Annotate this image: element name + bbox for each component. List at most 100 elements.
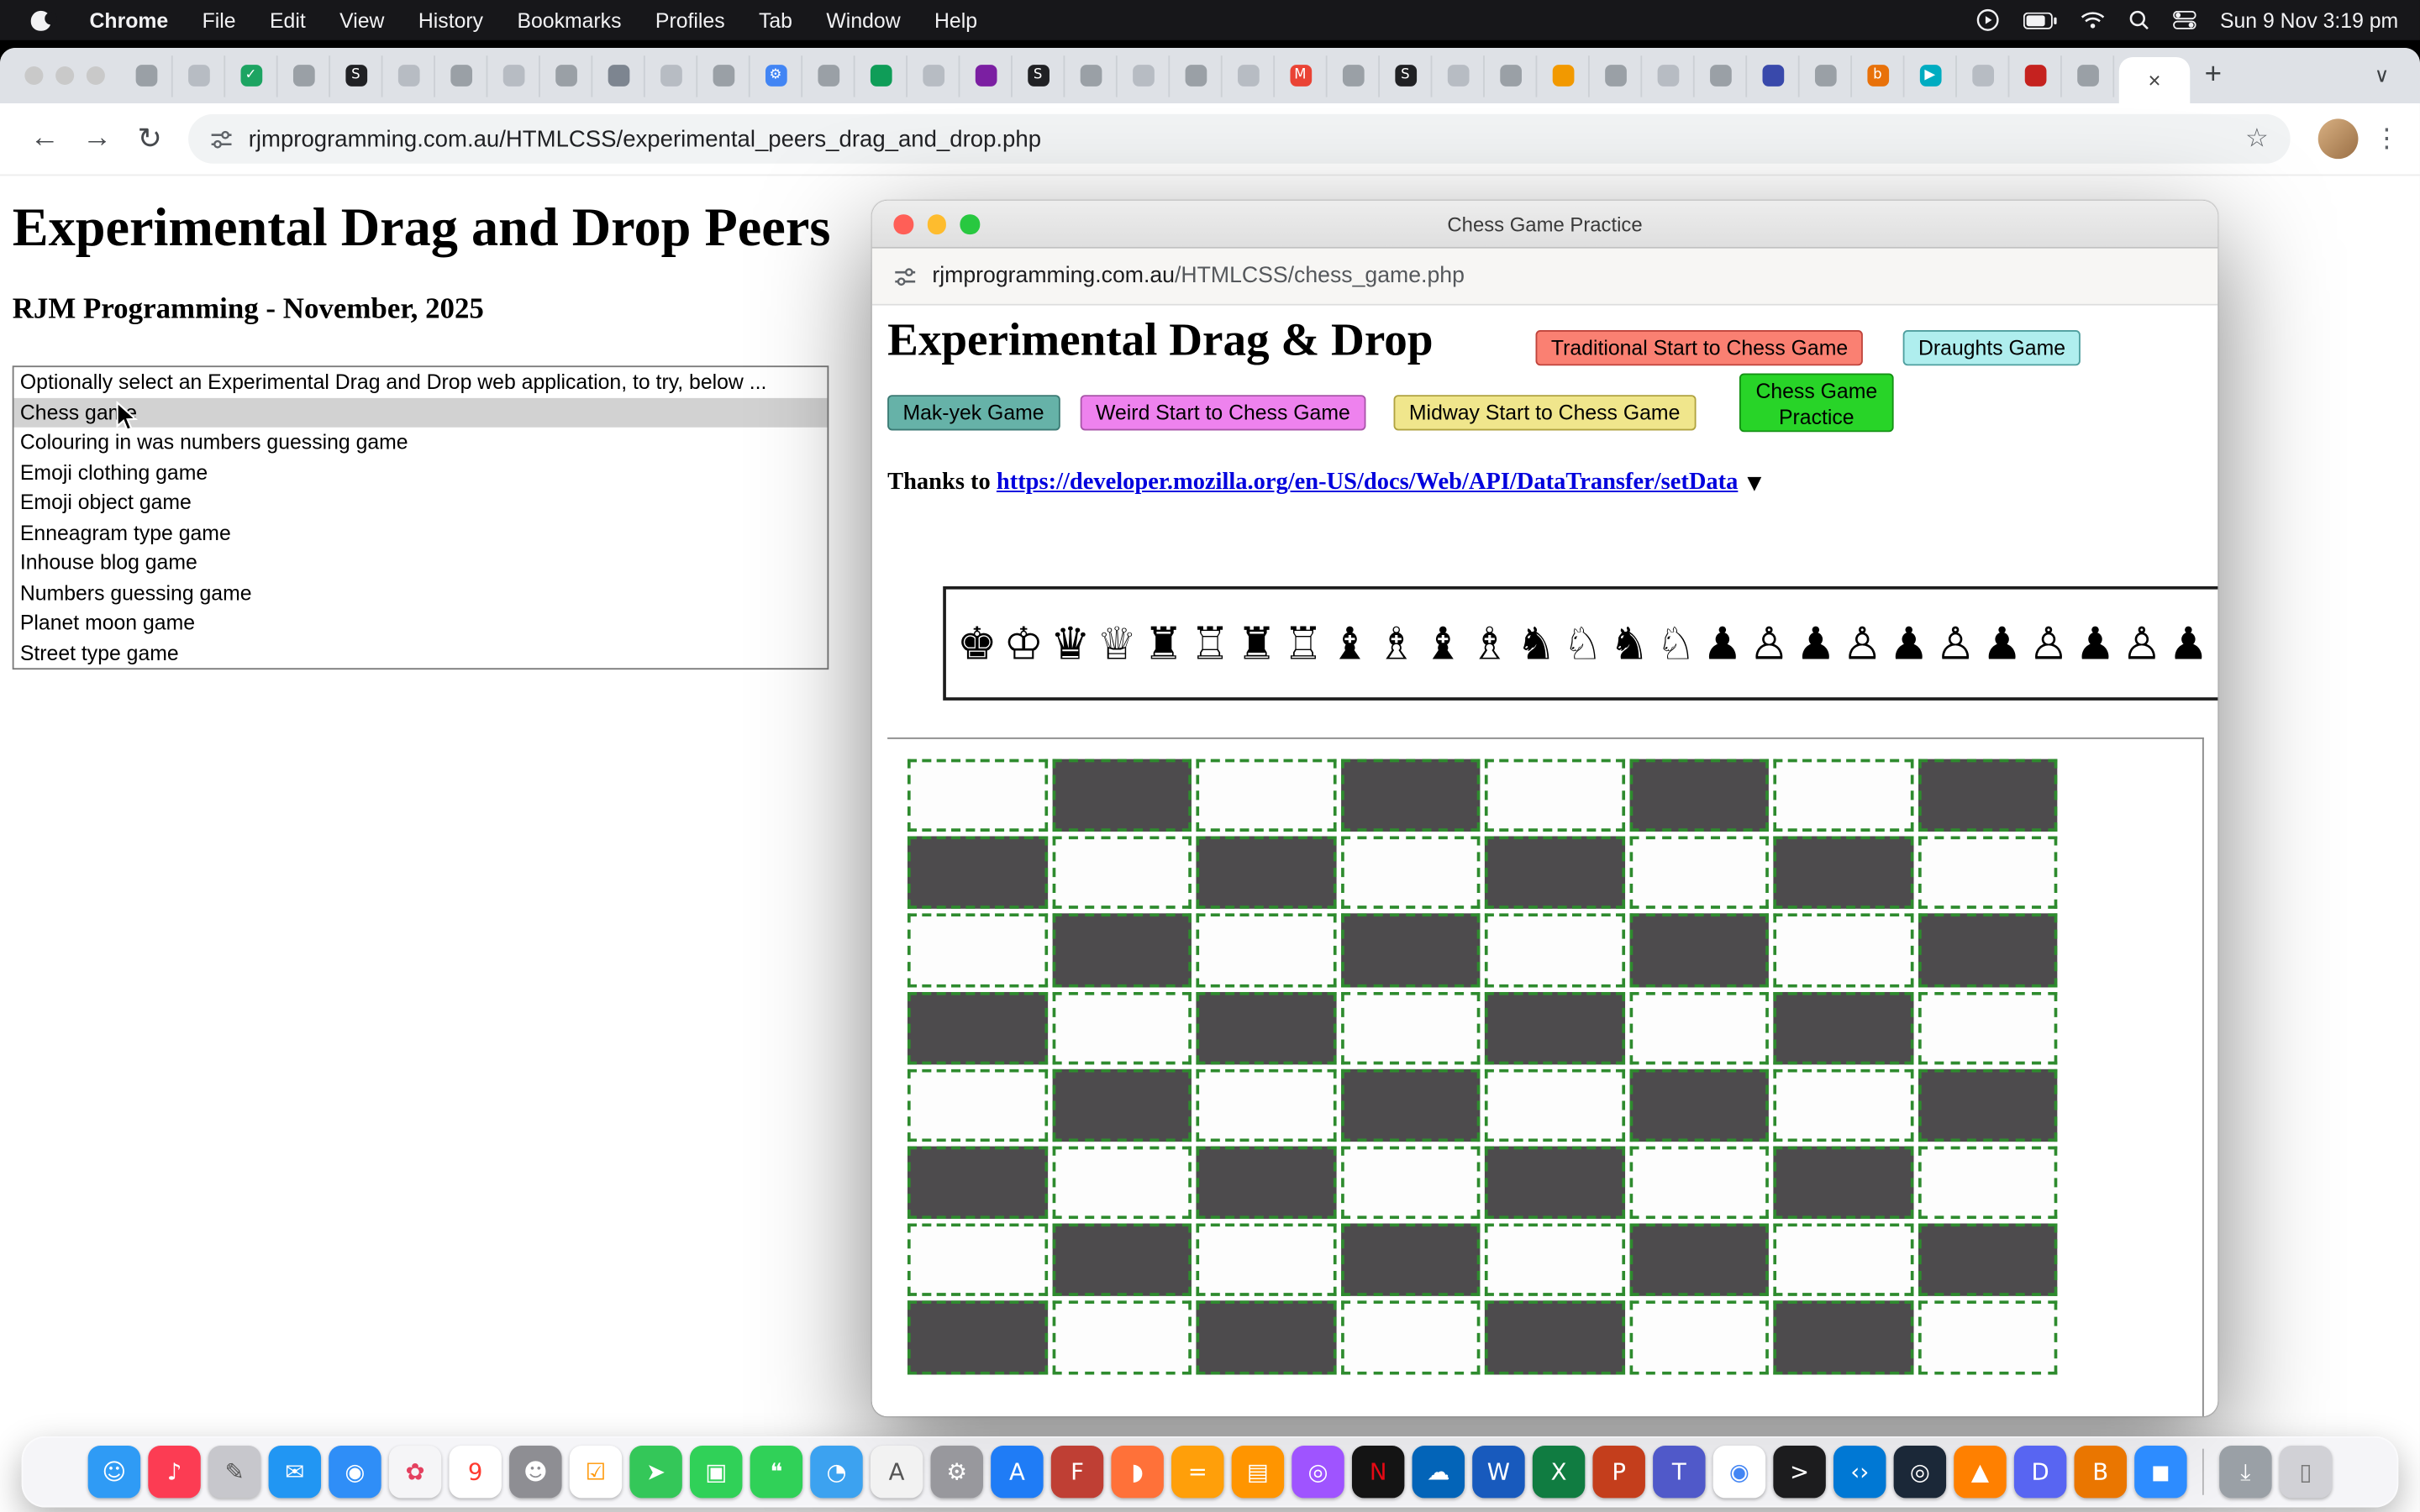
traditional-start-button[interactable]: Traditional Start to Chess Game bbox=[1536, 330, 1864, 365]
board-square[interactable] bbox=[1196, 914, 1335, 987]
board-square[interactable] bbox=[1918, 914, 2057, 987]
board-square[interactable] bbox=[1485, 914, 1624, 987]
board-square[interactable] bbox=[1196, 837, 1335, 910]
board-square[interactable] bbox=[1340, 1224, 1480, 1297]
listbox-option[interactable]: Street type game bbox=[14, 638, 828, 668]
dock-icon-vscode[interactable]: ‹› bbox=[1833, 1446, 1886, 1498]
popup-minimize-button[interactable] bbox=[927, 214, 946, 234]
menu-window[interactable]: Window bbox=[809, 8, 918, 32]
chess-piece[interactable]: ♜ bbox=[1234, 621, 1280, 665]
chess-piece[interactable]: ♟ bbox=[2072, 621, 2118, 665]
board-square[interactable] bbox=[1340, 1147, 1480, 1220]
dock-icon-calculator[interactable]: = bbox=[1171, 1446, 1223, 1498]
battery-icon[interactable] bbox=[2024, 12, 2058, 29]
control-center-icon[interactable] bbox=[2174, 11, 2197, 29]
chess-piece[interactable]: ♗ bbox=[1466, 621, 1512, 665]
board-square[interactable] bbox=[1196, 759, 1335, 832]
listbox-option[interactable]: Emoji clothing game bbox=[14, 458, 828, 488]
board-square[interactable] bbox=[1629, 914, 1769, 987]
dock-icon-firefox[interactable]: ◗ bbox=[1111, 1446, 1163, 1498]
tab-search-chevron-icon[interactable]: ∨ bbox=[2375, 63, 2408, 87]
board-square[interactable] bbox=[1340, 991, 1480, 1064]
dock-icon-downloads[interactable]: ⤓ bbox=[2219, 1446, 2271, 1498]
chess-piece[interactable]: ♙ bbox=[1932, 621, 1978, 665]
board-square[interactable] bbox=[1629, 1068, 1769, 1142]
dock-icon-music[interactable]: ♪ bbox=[148, 1446, 200, 1498]
board-square[interactable] bbox=[1918, 991, 2057, 1064]
chess-piece[interactable]: ♗ bbox=[1373, 621, 1419, 665]
browser-tab[interactable] bbox=[645, 55, 697, 97]
board-square[interactable] bbox=[1196, 1068, 1335, 1142]
browser-tab[interactable] bbox=[1642, 55, 1694, 97]
browser-tab[interactable] bbox=[1957, 55, 2009, 97]
board-square[interactable] bbox=[908, 837, 1047, 910]
browser-tab[interactable]: b bbox=[1852, 55, 1904, 97]
dock-icon-podcasts[interactable]: ◎ bbox=[1292, 1446, 1344, 1498]
board-square[interactable] bbox=[1340, 837, 1480, 910]
browser-tab[interactable] bbox=[383, 55, 435, 97]
browser-tab[interactable] bbox=[1747, 55, 1799, 97]
dock-icon-messages[interactable]: ❝ bbox=[750, 1446, 802, 1498]
browser-tab[interactable]: M bbox=[1275, 55, 1327, 97]
browser-tab[interactable] bbox=[592, 55, 644, 97]
board-square[interactable] bbox=[1196, 1224, 1335, 1297]
board-square[interactable] bbox=[1485, 837, 1624, 910]
browser-tab[interactable]: ▶ bbox=[1904, 55, 1956, 97]
spotlight-icon[interactable] bbox=[2129, 9, 2151, 31]
browser-tab[interactable] bbox=[540, 55, 592, 97]
browser-tab[interactable]: S bbox=[330, 55, 382, 97]
board-square[interactable] bbox=[1340, 1301, 1480, 1374]
chess-piece[interactable]: ♙ bbox=[2025, 621, 2071, 665]
chess-piece[interactable]: ♖ bbox=[1186, 621, 1233, 665]
chess-piece[interactable]: ♟ bbox=[1886, 621, 1932, 665]
listbox-option[interactable]: Numbers guessing game bbox=[14, 578, 828, 608]
dock-icon-notes[interactable]: ✎ bbox=[208, 1446, 260, 1498]
dock-icon-photos[interactable]: ✿ bbox=[389, 1446, 441, 1498]
board-square[interactable] bbox=[1773, 837, 1912, 910]
address-bar[interactable]: rjmprogramming.com.au/HTMLCSS/experiment… bbox=[188, 114, 2291, 164]
browser-tab[interactable]: S bbox=[1380, 55, 1432, 97]
menu-view[interactable]: View bbox=[323, 8, 402, 32]
popup-url-text[interactable]: rjmprogramming.com.au/HTMLCSS/chess_game… bbox=[932, 264, 1465, 288]
dock-icon-preview[interactable]: ◔ bbox=[810, 1446, 862, 1498]
dock-icon-zoom[interactable]: ◼ bbox=[2134, 1446, 2186, 1498]
chess-piece[interactable]: ♟ bbox=[2165, 621, 2212, 665]
board-square[interactable] bbox=[1052, 1147, 1192, 1220]
browser-tab[interactable] bbox=[802, 55, 855, 97]
menu-history[interactable]: History bbox=[402, 8, 501, 32]
browser-tab[interactable] bbox=[1432, 55, 1484, 97]
chess-piece[interactable]: ♟ bbox=[1792, 621, 1839, 665]
dock-icon-word[interactable]: W bbox=[1472, 1446, 1524, 1498]
chess-piece[interactable]: ♚ bbox=[954, 621, 1000, 665]
chess-piece[interactable]: ♞ bbox=[1512, 621, 1559, 665]
dock-icon-maps[interactable]: ➤ bbox=[629, 1446, 681, 1498]
menu-edit[interactable]: Edit bbox=[253, 8, 323, 32]
browser-tab[interactable] bbox=[173, 55, 225, 97]
site-settings-icon[interactable] bbox=[210, 128, 234, 151]
browser-tab[interactable] bbox=[908, 55, 960, 97]
listbox-option[interactable]: Emoji object game bbox=[14, 487, 828, 517]
tab-close-icon[interactable]: × bbox=[2149, 68, 2161, 92]
listbox-option[interactable]: Planet moon game bbox=[14, 608, 828, 638]
board-square[interactable] bbox=[1485, 1301, 1624, 1374]
chess-piece[interactable]: ♘ bbox=[1560, 621, 1606, 665]
browser-tab[interactable] bbox=[1223, 55, 1275, 97]
dock-icon-trash[interactable]: ▯ bbox=[2280, 1446, 2332, 1498]
popup-title-bar[interactable]: Chess Game Practice bbox=[872, 201, 2218, 249]
browser-tab[interactable] bbox=[278, 55, 330, 97]
board-square[interactable] bbox=[1052, 1068, 1192, 1142]
chess-piece[interactable]: ♖ bbox=[1280, 621, 1326, 665]
menu-profiles[interactable]: Profiles bbox=[639, 8, 742, 32]
reload-button[interactable]: ↻ bbox=[124, 121, 176, 156]
board-square[interactable] bbox=[1773, 1068, 1912, 1142]
chrome-menu-icon[interactable]: ⋮ bbox=[2374, 123, 2402, 155]
dock-icon-system-settings[interactable]: ⚙ bbox=[931, 1446, 983, 1498]
listbox-option[interactable]: Inhouse blog game bbox=[14, 548, 828, 578]
url-text[interactable]: rjmprogramming.com.au/HTMLCSS/experiment… bbox=[249, 126, 1041, 152]
dropdown-arrow-icon[interactable]: ▼ bbox=[1747, 472, 1761, 494]
menu-help[interactable]: Help bbox=[918, 8, 994, 32]
minimize-window-button[interactable] bbox=[55, 66, 74, 85]
browser-tab[interactable] bbox=[1170, 55, 1222, 97]
dock-icon-discord[interactable]: D bbox=[2014, 1446, 2066, 1498]
dock-icon-app-store[interactable]: A bbox=[991, 1446, 1043, 1498]
